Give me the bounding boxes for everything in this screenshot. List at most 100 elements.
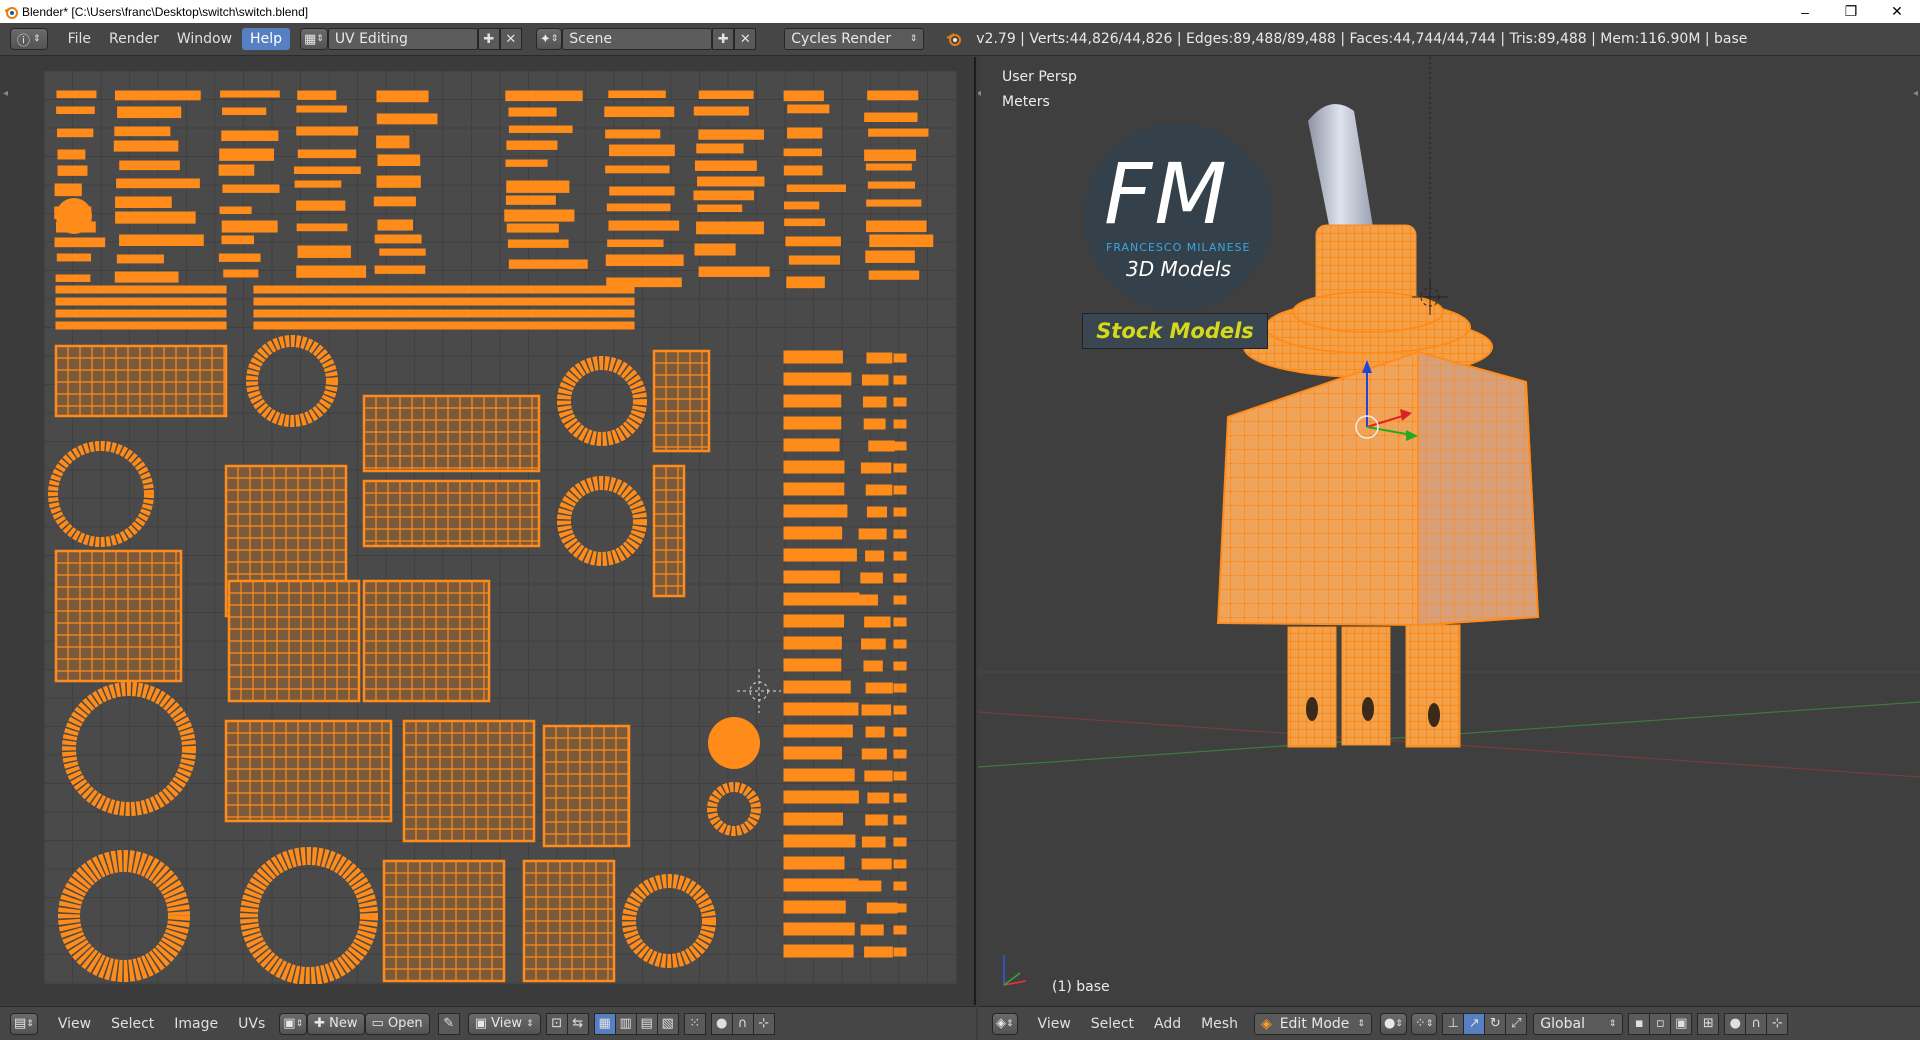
chevron-updown-icon: ⇕ bbox=[26, 1018, 34, 1029]
open-image-button[interactable]: ▭ Open bbox=[364, 1012, 430, 1035]
uv-island bbox=[652, 464, 686, 598]
uv-island bbox=[296, 105, 347, 113]
uv-menu-view[interactable]: View bbox=[48, 1013, 101, 1035]
edge-select-3d-button[interactable]: ▫ bbox=[1649, 1012, 1672, 1035]
edge-select-button[interactable]: ▥ bbox=[614, 1012, 637, 1035]
translate-manipulator-button[interactable]: ↗ bbox=[1463, 1012, 1486, 1035]
uv-island bbox=[863, 418, 886, 430]
uv-island bbox=[694, 160, 757, 171]
uv-menu-select[interactable]: Select bbox=[101, 1013, 164, 1035]
pivot-point-dropdown[interactable]: ⁘ ⇕ bbox=[1410, 1012, 1438, 1035]
delete-layout-button[interactable]: ✕ bbox=[499, 28, 522, 50]
interaction-mode-label: Edit Mode bbox=[1279, 1015, 1350, 1032]
scale-manipulator-button[interactable]: ⤢ bbox=[1505, 1012, 1528, 1035]
screen-layout-field[interactable]: UV Editing bbox=[327, 28, 478, 50]
uv-menu-uvs[interactable]: UVs bbox=[228, 1013, 275, 1035]
uv-island bbox=[866, 902, 898, 914]
3d-menu-add[interactable]: Add bbox=[1144, 1013, 1191, 1035]
delete-scene-button[interactable]: ✕ bbox=[734, 28, 757, 50]
pivot-button[interactable]: ⊡ bbox=[545, 1012, 568, 1035]
blender-logo-icon bbox=[946, 33, 962, 46]
uv-island bbox=[858, 528, 887, 540]
add-scene-button[interactable]: ✚ bbox=[712, 28, 735, 50]
maximize-button[interactable]: ❐ bbox=[1828, 0, 1874, 23]
face-icon: ▣ bbox=[1675, 1016, 1688, 1031]
uv-island bbox=[787, 127, 823, 139]
3d-menu-view[interactable]: View bbox=[1028, 1013, 1081, 1035]
close-button[interactable]: ✕ bbox=[1874, 0, 1920, 23]
rotate-icon: ↻ bbox=[1489, 1016, 1501, 1031]
logo-banner-text: Stock Models bbox=[1096, 319, 1254, 343]
interaction-mode-dropdown[interactable]: ◈ Edit Mode ⇕ bbox=[1253, 1012, 1372, 1035]
editor-type-uv-button[interactable]: ▤ ⇕ bbox=[10, 1012, 38, 1035]
uv-island bbox=[114, 126, 171, 137]
chevron-updown-icon: ⇕ bbox=[550, 34, 559, 44]
uv-island bbox=[119, 234, 204, 246]
uv-island bbox=[783, 350, 843, 364]
region-toggle-arrow[interactable]: ◂ bbox=[3, 88, 8, 99]
render-engine-dropdown[interactable]: Cycles Render ⇕ bbox=[784, 28, 925, 50]
island-select-button[interactable]: ▧ bbox=[656, 1012, 679, 1035]
3d-viewport[interactable]: ◂ ◂ User Persp Meters (1) base FM FRANCE… bbox=[978, 57, 1920, 1005]
view-mode-dropdown[interactable]: ▣ View ⇕ bbox=[467, 1012, 541, 1035]
limit-selection-button[interactable]: ⊞ bbox=[1697, 1012, 1720, 1035]
proportional-edit-3d-button[interactable]: ● bbox=[1724, 1012, 1747, 1035]
rotate-manipulator-button[interactable]: ↻ bbox=[1484, 1012, 1507, 1035]
image-browse-button[interactable]: ▣ ⇕ bbox=[279, 1012, 308, 1035]
proportional-edit-button[interactable]: ● bbox=[710, 1012, 733, 1035]
snap-target-button[interactable]: ⊹ bbox=[752, 1012, 775, 1035]
logo-banner: Stock Models bbox=[1082, 313, 1268, 349]
scene-field[interactable]: Scene bbox=[562, 28, 713, 50]
screen-layout-selector[interactable]: ▦ ⇕ bbox=[299, 28, 328, 50]
uv-island bbox=[783, 165, 823, 176]
add-layout-button[interactable]: ✚ bbox=[477, 28, 500, 50]
pivot-group: ⊡ ⇆ bbox=[545, 1012, 589, 1035]
new-image-button[interactable]: ✚ New bbox=[307, 1012, 365, 1035]
vertex-select-3d-button[interactable]: ▪ bbox=[1628, 1012, 1651, 1035]
uv-island bbox=[507, 239, 569, 248]
minimize-button[interactable]: – bbox=[1782, 0, 1828, 23]
3d-menu-select[interactable]: Select bbox=[1081, 1013, 1144, 1035]
uv-island bbox=[608, 90, 666, 99]
scene-selector[interactable]: ✦ ⇕ bbox=[535, 28, 563, 50]
3d-menu-mesh[interactable]: Mesh bbox=[1191, 1013, 1248, 1035]
plus-icon: ✚ bbox=[717, 31, 729, 47]
menu-file[interactable]: File bbox=[60, 28, 99, 50]
pin-image-button[interactable]: ✎ bbox=[437, 1012, 460, 1035]
uv-island bbox=[893, 595, 907, 605]
uv-menu-image[interactable]: Image bbox=[164, 1013, 228, 1035]
menu-window[interactable]: Window bbox=[169, 28, 240, 50]
face-select-button[interactable]: ▤ bbox=[635, 1012, 658, 1035]
vertex-select-button[interactable]: ▦ bbox=[593, 1012, 616, 1035]
pivot-icon: ⁘ bbox=[1414, 1016, 1426, 1031]
manipulator-toggle-button[interactable]: ⊥ bbox=[1442, 1012, 1465, 1035]
menu-help[interactable]: Help bbox=[242, 28, 290, 50]
view-icon: ▣ bbox=[474, 1016, 487, 1031]
editor-type-3d-button[interactable]: ◈ ⇕ bbox=[992, 1012, 1018, 1035]
menu-render[interactable]: Render bbox=[101, 28, 167, 50]
face-select-3d-button[interactable]: ▣ bbox=[1670, 1012, 1693, 1035]
uv-island bbox=[860, 572, 883, 584]
uv-island bbox=[783, 768, 855, 782]
viewport-shading-dropdown[interactable]: ● ⇕ bbox=[1379, 1012, 1407, 1035]
uv-image-editor[interactable]: ◂ bbox=[0, 57, 976, 1005]
snap-element-button[interactable]: ⊹ bbox=[1766, 1012, 1789, 1035]
new-image-label: New bbox=[329, 1016, 358, 1031]
uv-island bbox=[116, 254, 164, 264]
sync-selection-button[interactable]: ⇆ bbox=[566, 1012, 589, 1035]
editor-type-info-button[interactable]: ⓘ ⇕ bbox=[10, 28, 48, 50]
snap-button[interactable]: ∩ bbox=[731, 1012, 754, 1035]
select-mode-group-3d: ▪ ▫ ▣ bbox=[1628, 1012, 1693, 1035]
uv-island bbox=[113, 140, 179, 152]
chevron-updown-icon: ⇕ bbox=[1425, 1018, 1434, 1029]
transform-orientation-dropdown[interactable]: Global ⇕ bbox=[1533, 1012, 1624, 1035]
snap-3d-button[interactable]: ∩ bbox=[1745, 1012, 1768, 1035]
uv-island bbox=[55, 285, 227, 294]
uv-island bbox=[783, 834, 856, 848]
uv-layout-canvas[interactable] bbox=[44, 71, 957, 984]
terminal-left bbox=[1287, 626, 1337, 748]
uv-island bbox=[861, 748, 887, 760]
uv-island bbox=[893, 837, 907, 847]
sticky-mode-button[interactable]: ⁙ bbox=[683, 1012, 706, 1035]
chevron-updown-icon: ⇕ bbox=[909, 34, 918, 44]
